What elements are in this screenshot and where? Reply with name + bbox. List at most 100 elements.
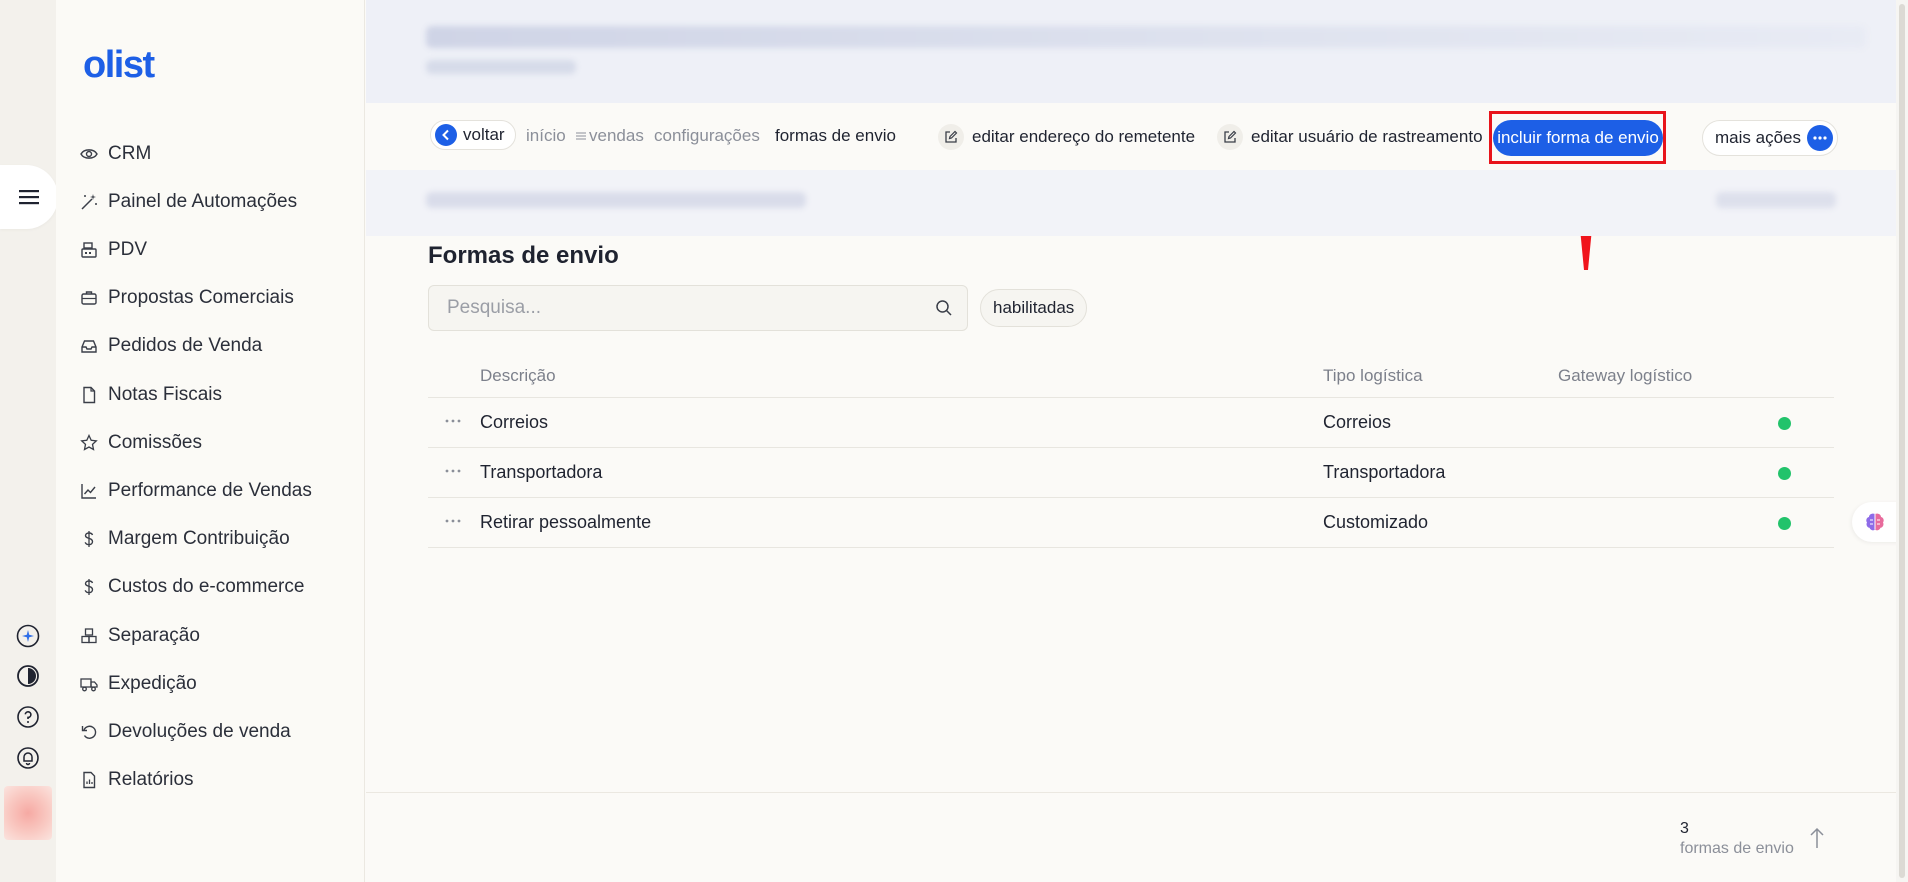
- table-header: Descrição Tipo logística Gateway logísti…: [428, 356, 1834, 398]
- edit-sender-address-button[interactable]: editar endereço do remetente: [938, 124, 1195, 150]
- menu-lines-icon: [576, 132, 586, 140]
- inbox-icon: [81, 340, 97, 353]
- sidebar-item-label: Separação: [108, 625, 200, 646]
- olist-logo[interactable]: olist: [83, 44, 155, 87]
- ellipsis-icon: [445, 469, 461, 473]
- search-icon[interactable]: [935, 299, 953, 317]
- column-header-gateway[interactable]: Gateway logístico: [1558, 366, 1692, 386]
- more-actions-button[interactable]: mais ações: [1702, 120, 1838, 156]
- eye-icon: [80, 149, 98, 159]
- back-label: voltar: [463, 125, 505, 144]
- notifications-button[interactable]: [15, 745, 41, 771]
- hamburger-menu-button[interactable]: [0, 165, 58, 229]
- report-icon: [83, 771, 96, 789]
- star-icon: [80, 434, 98, 451]
- row-menu-button[interactable]: [440, 460, 466, 482]
- column-header-descricao[interactable]: Descrição: [480, 366, 556, 386]
- sidebar-item-label: Painel de Automações: [108, 191, 298, 212]
- cell-descricao[interactable]: Retirar pessoalmente: [480, 512, 651, 533]
- chevron-left-icon: [435, 124, 457, 146]
- ellipsis-icon: [1806, 125, 1833, 151]
- sidebar-item-label: Custos do e-commerce: [108, 576, 305, 597]
- table-row[interactable]: Retirar pessoalmente Customizado: [428, 498, 1834, 548]
- sidebar-item-margem[interactable]: Margem Contribuição: [80, 525, 290, 553]
- footer-divider: [366, 792, 1908, 793]
- help-button[interactable]: [15, 704, 41, 730]
- sidebar-item-performance[interactable]: Performance de Vendas: [80, 477, 312, 505]
- edit-icon: [1217, 124, 1243, 150]
- sidebar-item-label: Performance de Vendas: [108, 480, 312, 501]
- breadcrumb-configuracoes[interactable]: configurações: [654, 126, 760, 146]
- trend-chart-icon: [81, 484, 96, 499]
- sidebar: olist CRM Painel de Automações PDV Propo…: [56, 0, 365, 882]
- row-menu-button[interactable]: [440, 510, 466, 532]
- sidebar-item-devolucoes[interactable]: Devoluções de venda: [80, 718, 291, 746]
- sidebar-item-comissoes[interactable]: Comissões: [80, 429, 202, 457]
- truck-icon: [80, 678, 98, 692]
- bell-icon: [17, 747, 39, 769]
- theme-toggle-button[interactable]: [15, 663, 41, 689]
- page-title: Formas de envio: [428, 242, 619, 269]
- sidebar-item-label: Expedição: [108, 673, 197, 694]
- boxes-icon: [81, 628, 97, 644]
- file-icon: [83, 386, 96, 404]
- cell-tipo: Customizado: [1323, 512, 1429, 532]
- breadcrumb-current: formas de envio: [775, 126, 896, 145]
- banner-blurred-text: [426, 60, 576, 74]
- assistant-sparkle-button[interactable]: [15, 623, 41, 649]
- sidebar-item-automacoes[interactable]: Painel de Automações: [80, 188, 297, 216]
- cell-descricao[interactable]: Correios: [480, 412, 548, 433]
- banner-blurred-text: [426, 26, 1866, 48]
- table-row[interactable]: Correios Correios: [428, 398, 1834, 448]
- dollar-icon: [84, 531, 94, 547]
- footer-count: 3: [1680, 820, 1689, 837]
- ellipsis-icon: [445, 419, 461, 423]
- magic-wand-icon: [81, 194, 97, 210]
- row-menu-button[interactable]: [440, 410, 466, 432]
- edit-icon: [938, 124, 964, 150]
- sidebar-item-label: Devoluções de venda: [108, 721, 291, 742]
- status-enabled-dot: [1778, 417, 1791, 430]
- info-blurred-text: [426, 192, 806, 208]
- action-label: editar usuário de rastreamento: [1251, 127, 1483, 146]
- breadcrumb-label: vendas: [589, 126, 644, 145]
- sidebar-item-label: Pedidos de Venda: [108, 335, 263, 356]
- sidebar-item-expedicao[interactable]: Expedição: [80, 670, 197, 698]
- action-label: editar endereço do remetente: [972, 127, 1196, 146]
- scrollbar-thumb[interactable]: [1899, 4, 1905, 878]
- sidebar-item-custos[interactable]: Custos do e-commerce: [80, 573, 304, 601]
- sidebar-item-pedidos[interactable]: Pedidos de Venda: [80, 332, 262, 360]
- column-header-tipo[interactable]: Tipo logística: [1323, 366, 1423, 386]
- breadcrumb-vendas[interactable]: vendas: [576, 126, 644, 146]
- sidebar-item-separacao[interactable]: Separação: [80, 622, 200, 650]
- cell-descricao[interactable]: Transportadora: [480, 462, 602, 483]
- cell-tipo: Correios: [1323, 412, 1392, 432]
- user-avatar[interactable]: [4, 786, 52, 840]
- search-box[interactable]: [428, 285, 968, 331]
- add-shipping-method-button[interactable]: incluir forma de envio: [1493, 120, 1663, 156]
- sidebar-item-crm[interactable]: CRM: [80, 140, 151, 168]
- left-rail: [0, 0, 58, 882]
- top-banner: [366, 0, 1908, 103]
- briefcase-icon: [81, 291, 97, 305]
- sidebar-item-label: Relatórios: [108, 769, 194, 790]
- sidebar-item-notas-fiscais[interactable]: Notas Fiscais: [80, 381, 222, 409]
- sidebar-item-relatorios[interactable]: Relatórios: [80, 766, 194, 794]
- hamburger-icon: [19, 190, 39, 205]
- filter-chip-enabled[interactable]: habilitadas: [980, 289, 1088, 327]
- sparkle-icon: [16, 624, 40, 648]
- brain-icon: [1866, 513, 1884, 531]
- info-strip: [366, 170, 1908, 236]
- edit-tracking-user-button[interactable]: editar usuário de rastreamento: [1217, 124, 1483, 150]
- main-content: voltar início vendas configurações forma…: [366, 0, 1908, 882]
- search-input[interactable]: [447, 297, 935, 319]
- sidebar-item-propostas[interactable]: Propostas Comerciais: [80, 284, 294, 312]
- contrast-icon: [17, 665, 39, 687]
- table-row[interactable]: Transportadora Transportadora: [428, 448, 1834, 498]
- back-button[interactable]: voltar: [430, 120, 516, 150]
- breadcrumb-inicio[interactable]: início: [526, 126, 566, 146]
- arrow-up-icon[interactable]: [1808, 826, 1826, 850]
- more-actions-label: mais ações: [1715, 128, 1801, 147]
- sidebar-item-pdv[interactable]: PDV: [80, 236, 147, 264]
- shipping-methods-table: Descrição Tipo logística Gateway logísti…: [428, 356, 1834, 548]
